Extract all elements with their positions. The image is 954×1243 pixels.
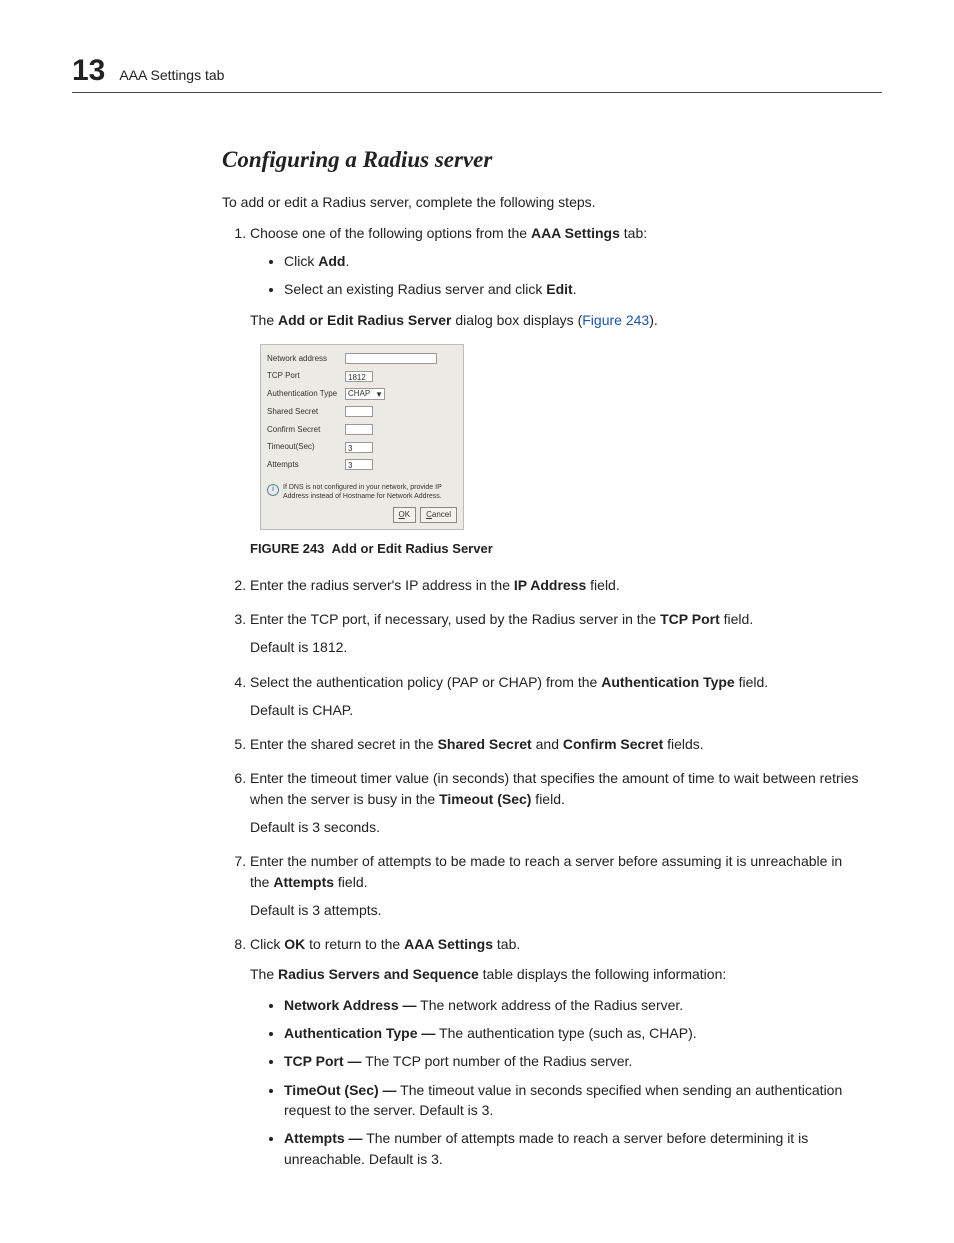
step-note: The Add or Edit Radius Server dialog box… (250, 310, 862, 330)
input-tcp-port[interactable]: 1812 (345, 371, 373, 382)
input-network-address[interactable] (345, 353, 437, 364)
default-note: Default is 3 seconds. (250, 817, 862, 837)
label-tcp-port: TCP Port (267, 370, 345, 382)
info-icon: i (267, 484, 279, 496)
table-definitions: Network Address — The network address of… (250, 995, 862, 1169)
bold: AAA Settings (531, 225, 620, 241)
steps-list: Choose one of the following options from… (222, 223, 862, 1169)
step-1: Choose one of the following options from… (250, 223, 862, 559)
ok-button[interactable]: OK (393, 507, 417, 523)
input-attempts[interactable]: 3 (345, 459, 373, 470)
step-5: Enter the shared secret in the Shared Se… (250, 734, 862, 754)
header-breadcrumb: AAA Settings tab (119, 67, 224, 83)
default-note: Default is CHAP. (250, 700, 862, 720)
label-timeout: Timeout(Sec) (267, 441, 345, 453)
figure-caption: FIGURE 243 Add or Edit Radius Server (250, 540, 862, 559)
figure-link[interactable]: Figure 243 (582, 312, 649, 328)
bullet: Click Add. (284, 251, 862, 271)
input-timeout[interactable]: 3 (345, 442, 373, 453)
step-note: The Radius Servers and Sequence table di… (250, 964, 862, 984)
select-auth-type[interactable]: CHAP▼ (345, 388, 385, 400)
list-item: TCP Port — The TCP port number of the Ra… (284, 1051, 862, 1071)
radius-dialog-figure: Network address TCP Port 1812 Authentica… (260, 344, 464, 530)
step-7: Enter the number of attempts to be made … (250, 851, 862, 920)
default-note: Default is 1812. (250, 637, 862, 657)
list-item: TimeOut (Sec) — The timeout value in sec… (284, 1080, 862, 1121)
intro-paragraph: To add or edit a Radius server, complete… (222, 192, 862, 212)
list-item: Authentication Type — The authentication… (284, 1023, 862, 1043)
cancel-button[interactable]: Cancel (420, 507, 457, 523)
page-header: 13 AAA Settings tab (72, 54, 882, 93)
bullet: Select an existing Radius server and cli… (284, 279, 862, 299)
info-note: i If DNS is not configured in your netwo… (267, 484, 457, 501)
input-shared-secret[interactable] (345, 406, 373, 417)
text: tab: (620, 225, 647, 241)
list-item: Network Address — The network address of… (284, 995, 862, 1015)
list-item: Attempts — The number of attempts made t… (284, 1128, 862, 1169)
input-confirm-secret[interactable] (345, 424, 373, 435)
step-3: Enter the TCP port, if necessary, used b… (250, 609, 862, 658)
step-8: Click OK to return to the AAA Settings t… (250, 934, 862, 1169)
label-network-address: Network address (267, 353, 345, 365)
chevron-down-icon: ▼ (375, 389, 383, 401)
label-confirm-secret: Confirm Secret (267, 424, 345, 436)
chapter-number: 13 (72, 54, 105, 88)
label-attempts: Attempts (267, 459, 345, 471)
step-6: Enter the timeout timer value (in second… (250, 768, 862, 837)
body-content: Configuring a Radius server To add or ed… (222, 143, 862, 1169)
label-shared-secret: Shared Secret (267, 406, 345, 418)
step-4: Select the authentication policy (PAP or… (250, 672, 862, 721)
text: Choose one of the following options from… (250, 225, 531, 241)
section-heading: Configuring a Radius server (222, 143, 862, 176)
label-auth-type: Authentication Type (267, 388, 345, 400)
step-2: Enter the radius server's IP address in … (250, 575, 862, 595)
default-note: Default is 3 attempts. (250, 900, 862, 920)
